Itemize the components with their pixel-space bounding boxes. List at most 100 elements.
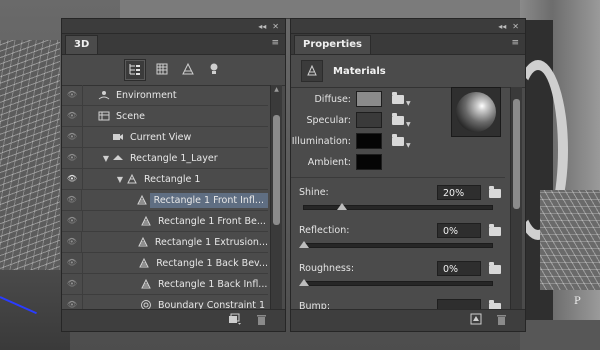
expand-triangle-icon[interactable]: ▼ [101,154,111,163]
slider-track[interactable] [303,205,493,210]
visibility-eye-icon[interactable]: 👁 [62,274,83,294]
dropdown-caret-icon[interactable]: ▼ [406,121,411,128]
visibility-eye-icon[interactable]: 👁 [62,253,83,273]
panel-titlebar[interactable]: ◂◂ ✕ [62,19,285,34]
material-filter-icon [181,62,195,79]
collapse-icon[interactable]: ◂◂ [258,22,266,31]
scroll-thumb[interactable] [513,99,520,209]
slider-value-field[interactable]: 0% [437,261,481,276]
material-filter-button[interactable] [178,60,198,80]
visibility-eye-icon[interactable]: 👁 [62,106,83,126]
visibility-eye-icon[interactable]: 👁 [62,148,83,168]
material-label: Illumination: [291,135,351,147]
dropdown-caret-icon[interactable]: ▼ [406,142,411,149]
scroll-thumb[interactable] [273,115,280,225]
tree-row-label: Environment [116,89,177,101]
slider-value-field[interactable]: 20% [437,185,481,200]
tree-row[interactable]: 👁 ▼ Rectangle 1_Layer [62,148,268,169]
visibility-eye-icon[interactable]: 👁 [62,169,83,189]
slider-track[interactable] [303,243,493,248]
trash-icon[interactable] [256,313,267,328]
extruded-object-top [120,0,560,19]
properties-badge: P [574,296,581,307]
visibility-eye-icon[interactable]: 👁 [62,127,83,147]
slider-thumb[interactable] [299,241,309,248]
tab-properties[interactable]: Properties [294,35,371,54]
folder-icon[interactable] [489,224,501,236]
tree-row[interactable]: 👁 Environment [62,85,268,106]
tree-row-label: Rectangle 1 Back Infl... [158,278,268,290]
ground-plane-grid [0,40,60,290]
mesh-group-icon [111,151,125,165]
close-icon[interactable]: ✕ [512,22,519,31]
material-preview-sphere[interactable] [451,87,501,137]
texture-load-icon[interactable] [392,91,404,104]
slider-thumb[interactable] [299,279,309,286]
layer-tree: 👁 Environment 👁 Scene 👁 Current View 👁 ▼ Rectang… [62,85,268,321]
color-swatch[interactable] [356,154,382,170]
tree-row[interactable]: 👁 Scene [62,106,268,127]
materials-body: Diffuse: ▼ Specular: ▼ Illumination: ▼ Ambient… [291,87,505,309]
expand-triangle-icon[interactable]: ▼ [115,175,125,184]
environment-icon [97,88,111,102]
tree-row-label: Rectangle 1 [144,173,201,185]
mesh-filter-button[interactable] [152,60,172,80]
properties-panel: ◂◂ ✕ Properties ≡ Materials Diffuse: ▼ Spe… [290,18,526,332]
panel-menu-icon[interactable]: ≡ [511,38,519,48]
tree-row-label: Rectangle 1_Layer [130,152,218,164]
tree-row[interactable]: 👁 Rectangle 1 Back Infl... [62,274,268,295]
slider-label: Shine: [299,187,329,198]
scroll-up-icon[interactable]: ▲ [272,86,281,94]
material-label: Diffuse: [314,93,351,105]
material-row: Ambient: [291,154,382,170]
camera-icon [111,130,125,144]
slider-track[interactable] [303,281,493,286]
slider-thumb[interactable] [336,203,347,210]
trash-icon[interactable] [496,313,507,328]
visibility-eye-icon[interactable]: 👁 [62,211,83,231]
panel-footer [291,309,525,331]
preview-sphere-ball [456,92,496,132]
ground-plane-grid-right [540,190,600,290]
visibility-eye-icon[interactable]: 👁 [62,232,83,252]
tree-row[interactable]: 👁 Rectangle 1 Back Bev... [62,253,268,274]
close-icon[interactable]: ✕ [272,22,279,31]
folder-icon[interactable] [489,262,501,274]
light-filter-button[interactable] [204,60,224,80]
mesh-icon [125,172,139,186]
material-icon [135,193,148,207]
tree-row[interactable]: 👁 ▼ Rectangle 1 [62,169,268,190]
material-icon [139,277,153,291]
collapse-icon[interactable]: ◂◂ [498,22,506,31]
slider-value-field[interactable]: 0% [437,223,481,238]
new-object-icon[interactable] [228,313,242,328]
color-swatch[interactable] [356,112,382,128]
tab-3d[interactable]: 3D [65,35,99,54]
ground-shadow [0,270,70,350]
tree-row[interactable]: 👁 Rectangle 1 Extrusion... [62,232,268,253]
folder-icon[interactable] [489,186,501,198]
slider-label: Bump: [299,301,331,309]
tree-scrollbar[interactable]: ▲ ▼ [270,85,282,321]
panel-menu-icon[interactable]: ≡ [271,38,279,48]
material-row: Illumination: ▼ [291,133,411,149]
scene-filter-button[interactable] [123,59,146,81]
visibility-eye-icon[interactable]: 👁 [62,190,83,210]
properties-scrollbar[interactable] [510,87,522,309]
folder-icon[interactable] [392,112,404,125]
tree-row[interactable]: 👁 Rectangle 1 Front Infl... [62,190,268,211]
visibility-eye-icon[interactable]: 👁 [62,85,83,105]
dropdown-caret-icon[interactable]: ▼ [406,100,411,107]
tree-row[interactable]: 👁 Current View [62,127,268,148]
color-swatch[interactable] [356,91,382,107]
tree-row[interactable]: 👁 Rectangle 1 Front Be... [62,211,268,232]
material-row: Specular: ▼ [291,112,411,128]
material-icon [301,60,323,82]
material-label: Ambient: [307,156,351,168]
light-filter-icon [207,62,221,79]
folder-icon[interactable] [392,133,404,146]
panel-titlebar[interactable]: ◂◂ ✕ [291,19,525,34]
color-swatch[interactable] [356,133,382,149]
slider-value-field[interactable] [437,299,481,309]
render-icon[interactable] [470,313,482,328]
